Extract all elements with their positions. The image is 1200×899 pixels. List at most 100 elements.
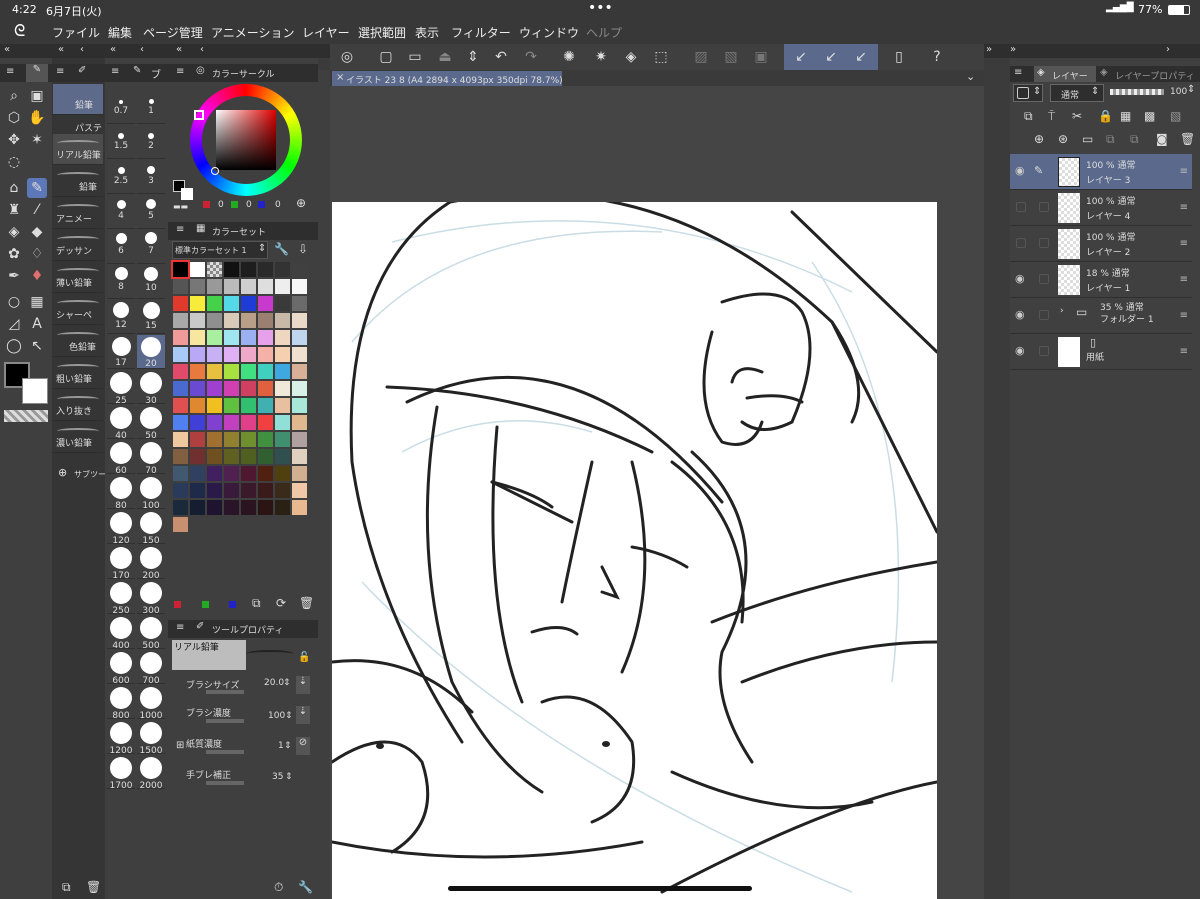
color-swatch[interactable] — [207, 466, 222, 481]
color-swatch[interactable] — [224, 296, 239, 311]
brush-size-item[interactable]: 1000 — [137, 685, 165, 721]
brush-size-item[interactable]: 250 — [107, 580, 135, 616]
layer-menu-icon[interactable]: ≡ — [1180, 202, 1188, 213]
color-swatch[interactable] — [190, 466, 205, 481]
text-icon[interactable]: A — [27, 314, 47, 334]
tool-property-tab-icon[interactable]: ✐ — [196, 621, 204, 632]
color-swatch[interactable] — [224, 398, 239, 413]
color-swatch[interactable] — [292, 381, 307, 396]
brush-size-item[interactable]: 2.5 — [107, 160, 135, 194]
color-swatch[interactable] — [241, 364, 256, 379]
color-swatch[interactable] — [292, 398, 307, 413]
collapse-left-icon[interactable]: « — [4, 44, 10, 55]
color-swatch[interactable] — [224, 279, 239, 294]
sub-color-mini[interactable] — [181, 188, 193, 200]
color-swatch[interactable] — [241, 330, 256, 345]
brush-size-item[interactable]: 700 — [137, 650, 165, 686]
eyedropper-icon[interactable]: ⁄ — [27, 200, 47, 220]
color-swatch[interactable] — [292, 483, 307, 498]
expand-plus-icon[interactable]: ⊞ — [176, 740, 184, 751]
stepper-icon[interactable]: ⇕ — [285, 711, 293, 721]
color-swatch[interactable] — [258, 347, 273, 362]
selection-border-icon[interactable]: ▣ — [746, 45, 776, 69]
color-swatch[interactable] — [275, 330, 290, 345]
collapse-left-icon[interactable]: « — [176, 44, 182, 55]
brush-size-item[interactable]: 0.7 — [107, 90, 135, 124]
draft-layer-icon[interactable]: ✂ — [1072, 109, 1082, 123]
color-swatch[interactable] — [258, 483, 273, 498]
brush-item[interactable]: 入り抜き — [53, 390, 103, 421]
pen-icon[interactable]: ✎ — [27, 178, 47, 198]
color-swatch[interactable] — [190, 313, 205, 328]
brush-size-item[interactable]: 25 — [107, 370, 135, 406]
color-swatch[interactable] — [224, 449, 239, 464]
color-swatch[interactable] — [207, 381, 222, 396]
collapse-right-icon[interactable]: » — [1010, 44, 1016, 55]
stepper-icon[interactable]: ⇕ — [458, 45, 488, 69]
color-swatch[interactable] — [190, 500, 205, 515]
home-icon[interactable]: ⌂ — [4, 178, 24, 198]
color-swatch[interactable] — [241, 449, 256, 464]
brush-size-item[interactable]: 300 — [137, 580, 165, 616]
brush-item[interactable]: 薄い鉛筆 — [53, 262, 103, 293]
chevron-right-icon[interactable]: › — [1060, 306, 1064, 316]
clip-layer-icon[interactable]: ⧉ — [1024, 109, 1033, 124]
brush-size-item[interactable]: 10 — [137, 265, 165, 299]
color-swatch[interactable] — [258, 381, 273, 396]
color-swatch[interactable] — [258, 364, 273, 379]
stepper-icon[interactable]: ⇕ — [285, 772, 293, 782]
color-set-dropdown[interactable]: 標準カラーセット 1 ⇕ — [172, 241, 268, 259]
color-swatch[interactable] — [224, 432, 239, 447]
stepper-icon[interactable]: ⇕ — [283, 678, 291, 688]
eraser-icon[interactable]: ◆ — [27, 222, 47, 242]
color-swatch[interactable] — [173, 517, 188, 532]
color-swatch[interactable] — [292, 296, 307, 311]
new-raster-layer-icon[interactable]: ⊕ — [1034, 132, 1044, 146]
brush-size-value[interactable]: 20.0 — [264, 678, 284, 688]
color-swatch[interactable] — [292, 415, 307, 430]
disable-icon[interactable]: ⊘ — [296, 737, 310, 755]
brush-size-item[interactable]: 70 — [137, 440, 165, 476]
color-swatch[interactable] — [292, 330, 307, 345]
sv-cursor[interactable] — [211, 167, 219, 175]
color-swatch[interactable] — [207, 330, 222, 345]
color-swatch[interactable] — [241, 313, 256, 328]
brush-item[interactable]: 色鉛筆 — [53, 326, 103, 357]
menu-help[interactable]: ヘルプ — [586, 24, 622, 41]
color-swatch[interactable] — [292, 262, 307, 277]
color-swatch[interactable] — [292, 500, 307, 515]
clip-studio-logo-icon[interactable]: ᘓ — [14, 21, 25, 41]
layer-property-tab[interactable]: レイヤープロパティ — [1115, 69, 1195, 82]
color-swatch[interactable] — [173, 381, 188, 396]
visibility-off-icon[interactable] — [1016, 202, 1026, 212]
color-swatch[interactable] — [258, 330, 273, 345]
brush-size-item[interactable]: 12 — [107, 300, 135, 334]
stamp-icon[interactable]: ♜ — [4, 200, 24, 220]
color-swatch[interactable] — [173, 466, 188, 481]
drawing-canvas[interactable] — [332, 202, 937, 899]
menu-page[interactable]: ページ管理 — [143, 24, 203, 41]
chevron-right-icon[interactable]: › — [1166, 44, 1170, 55]
color-swatch[interactable] — [292, 313, 307, 328]
layer-folder-row[interactable]: ◉ › ▭ 35 % 通常 フォルダー 1 ≡ — [1010, 298, 1192, 334]
color-swatch[interactable] — [275, 500, 290, 515]
reset-icon[interactable]: ⏱ — [274, 880, 283, 895]
brush-size-item[interactable]: 1500 — [137, 720, 165, 756]
color-swatch[interactable] — [275, 415, 290, 430]
brush-size-item[interactable]: 1700 — [107, 755, 135, 791]
color-swatch[interactable] — [292, 347, 307, 362]
color-swatch[interactable] — [173, 398, 188, 413]
brush-item[interactable]: シャーペ — [53, 294, 103, 325]
new-folder-icon[interactable]: ▭ — [1082, 132, 1093, 146]
brush-size-item[interactable]: 6 — [107, 230, 135, 264]
layer-row[interactable]: 100 % 通常 レイヤー 4 ≡ — [1010, 190, 1192, 226]
menu-icon[interactable]: ≡ — [6, 66, 14, 77]
layer-select-checkbox[interactable] — [1039, 274, 1049, 284]
color-swatch[interactable] — [207, 500, 222, 515]
color-swatch[interactable] — [275, 347, 290, 362]
color-swatch[interactable] — [241, 381, 256, 396]
brush-item[interactable]: 濃い鉛筆 — [53, 422, 103, 453]
saturation-value-square[interactable] — [216, 110, 276, 170]
color-swatch[interactable] — [292, 279, 307, 294]
color-swatch[interactable] — [292, 466, 307, 481]
